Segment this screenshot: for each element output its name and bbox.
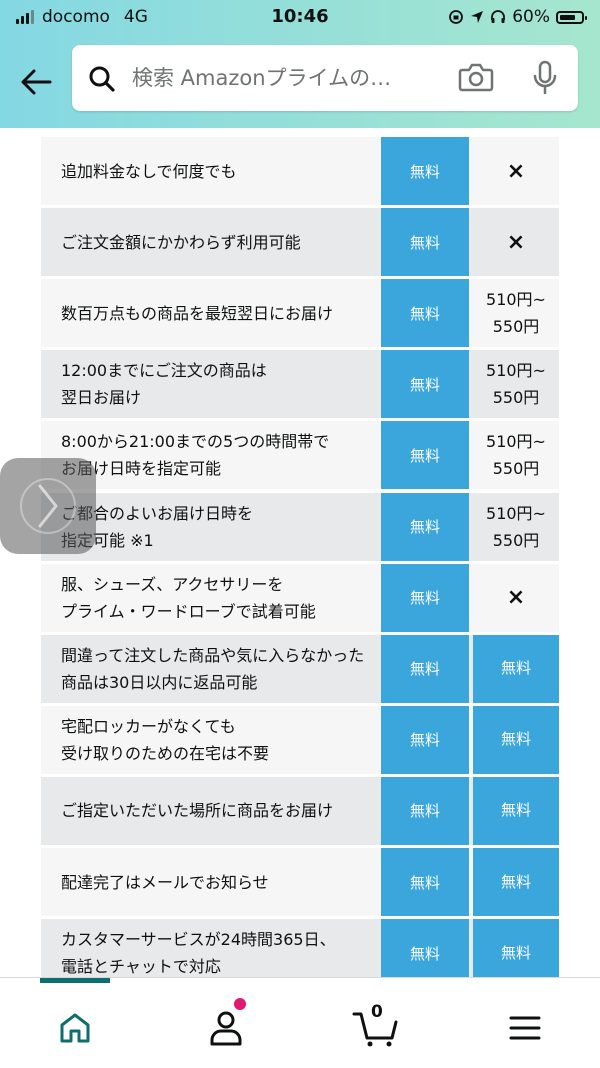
prime-member-cell: 無料	[381, 208, 469, 277]
status-bar: docomo 4G 10:46 60%	[0, 0, 600, 36]
prime-member-cell: 無料	[381, 563, 469, 632]
prime-member-cell: 無料	[381, 421, 469, 490]
nav-active-indicator	[40, 978, 110, 983]
table-row: カスタマーサービスが24時間365日、 電話とチャットで対応 無料 無料	[41, 919, 559, 977]
notification-dot	[234, 998, 246, 1010]
row-label: 間違って注文した商品や気に入らなかった 商品は30日以内に返品可能	[61, 645, 365, 692]
prime-member-cell: 無料	[381, 919, 469, 977]
cart-count: 0	[371, 1002, 383, 1022]
non-member-cell: 無料	[473, 776, 559, 845]
app-header: docomo 4G 10:46 60%	[0, 0, 600, 128]
table-row: 12:00までにご注文の商品は 翌日お届け 無料 510円~ 550円	[41, 350, 559, 419]
home-icon	[60, 1013, 90, 1043]
prime-member-cell: 無料	[381, 705, 469, 774]
non-member-cell: 510円~ 550円	[486, 361, 546, 408]
person-icon	[210, 1011, 242, 1046]
search-bar[interactable]	[72, 45, 578, 111]
prime-member-cell: 無料	[381, 848, 469, 916]
prime-member-cell: 無料	[381, 634, 469, 703]
row-label: 12:00までにご注文の商品は 翌日お届け	[61, 361, 267, 408]
non-member-cell: ×	[506, 585, 526, 611]
microphone-icon[interactable]	[532, 60, 558, 96]
non-member-cell: 510円~ 550円	[486, 503, 546, 550]
search-input[interactable]	[130, 59, 454, 97]
table-row: 追加料金なしで何度でも 無料 ×	[41, 137, 559, 205]
table-row: 数百万点もの商品を最短翌日にお届け 無料 510円~ 550円	[41, 279, 559, 348]
status-right: 60%	[448, 7, 587, 27]
nav-account-button[interactable]	[202, 998, 250, 1052]
table-row: ご注文金額にかかわらず利用可能 無料 ×	[41, 208, 559, 277]
prime-member-cell: 無料	[381, 350, 469, 419]
table-row: 宅配ロッカーがなくても 受け取りのための在宅は不要 無料 無料	[41, 705, 559, 774]
row-label: 宅配ロッカーがなくても 受け取りのための在宅は不要	[61, 716, 270, 763]
prime-member-cell: 無料	[381, 776, 469, 845]
row-label: 追加料金なしで何度でも	[61, 161, 237, 181]
table-row: 服、シューズ、アクセサリーを プライム・ワードローブで試着可能 無料 ×	[41, 563, 559, 632]
table-row: 8:00から21:00までの5つの時間帯で お届け日時を指定可能 無料 510円~ …	[41, 421, 559, 490]
prime-member-cell: 無料	[381, 279, 469, 348]
nav-menu-button[interactable]	[501, 1004, 549, 1052]
arrow-left-icon	[21, 69, 52, 95]
non-member-cell: 無料	[473, 705, 559, 774]
prime-member-cell: 無料	[381, 492, 469, 561]
table-row: 間違って注文した商品や気に入らなかった 商品は30日以内に返品可能 無料 無料	[41, 634, 559, 703]
non-member-cell: 無料	[473, 848, 559, 916]
benefits-comparison-table: 追加料金なしで何度でも 無料 × ご注文金額にかかわらず利用可能 無料 × 数百万点もの商品…	[41, 137, 559, 977]
headphones-icon	[491, 10, 506, 23]
non-member-cell: 510円~ 550円	[486, 290, 546, 337]
nav-home-button[interactable]	[51, 1004, 99, 1052]
orientation-lock-icon	[449, 10, 464, 24]
back-button[interactable]	[14, 60, 58, 104]
non-member-cell: ×	[506, 158, 526, 184]
camera-icon[interactable]	[458, 62, 494, 92]
table-row: ご指定いただいた場所に商品をお届け 無料 無料	[41, 776, 559, 845]
non-member-cell: 無料	[473, 634, 559, 703]
table-row: 配達完了はメールでお知らせ 無料 無料	[41, 848, 559, 916]
swipe-handle[interactable]	[0, 458, 96, 554]
row-label: ご注文金額にかかわらず利用可能	[61, 232, 301, 252]
hamburger-icon	[509, 1016, 541, 1040]
row-label: 数百万点もの商品を最短翌日にお届け	[61, 303, 334, 323]
non-member-cell: ×	[506, 229, 526, 255]
nav-cart-button[interactable]: 0	[352, 1002, 400, 1052]
non-member-cell: 無料	[473, 919, 559, 977]
row-label: ご指定いただいた場所に商品をお届け	[61, 801, 334, 821]
bottom-nav: 0	[0, 977, 600, 1068]
row-label: 配達完了はメールでお知らせ	[61, 872, 269, 892]
location-icon	[471, 11, 484, 23]
row-label: 服、シューズ、アクセサリーを プライム・ワードローブで試着可能	[61, 574, 316, 621]
non-member-cell: 510円~ 550円	[486, 432, 546, 479]
row-label: カスタマーサービスが24時間365日、 電話とチャットで対応	[61, 930, 336, 977]
battery-icon	[556, 10, 587, 24]
chevron-right-icon	[38, 484, 58, 528]
search-icon	[89, 66, 115, 92]
table-row: ご都合のよいお届け日時を 指定可能 ※1無料510円~ 550円	[41, 492, 559, 561]
battery-percent: 60%	[512, 7, 550, 27]
prime-member-cell: 無料	[381, 137, 469, 205]
